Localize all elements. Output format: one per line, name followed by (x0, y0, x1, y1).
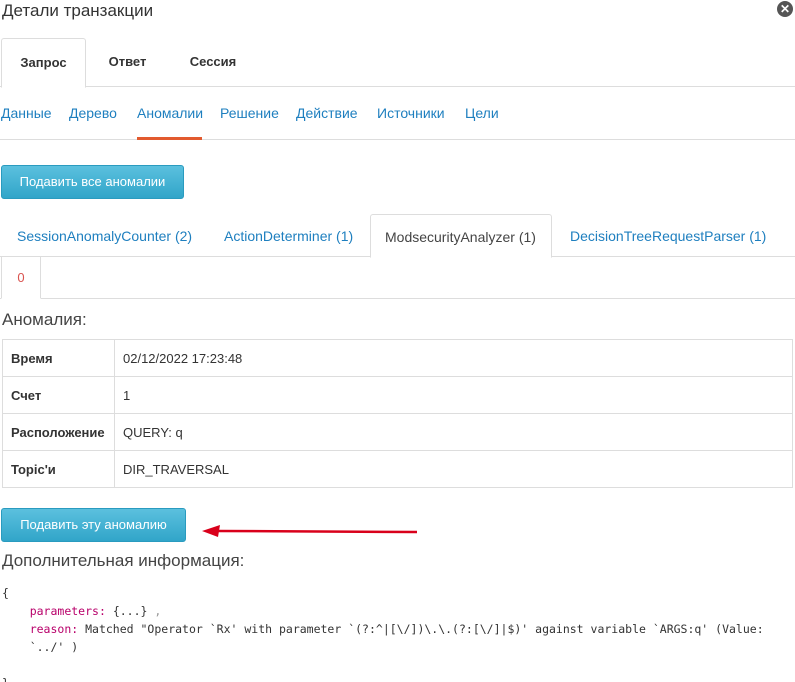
json-reason-value: Matched "Operator `Rx' with parameter `(… (85, 622, 764, 636)
sub-nav-tree[interactable]: Дерево (69, 105, 117, 121)
close-icon[interactable]: ✕ (777, 1, 793, 17)
sub-nav-data[interactable]: Данные (1, 105, 52, 121)
active-tab-underline (137, 137, 202, 140)
row-key: Время (2, 339, 115, 377)
table-row: Topic'и DIR_TRAVERSAL (2, 450, 793, 488)
table-row: Расположение QUERY: q (2, 413, 793, 451)
open-brace: { (2, 586, 9, 600)
anomaly-heading: Аномалия: (2, 310, 87, 329)
row-value: QUERY: q (114, 413, 793, 451)
json-comma: , (154, 604, 162, 618)
row-key: Счет (2, 376, 115, 414)
sub-nav-decision[interactable]: Решение (220, 105, 279, 121)
row-key: Topic'и (2, 450, 115, 488)
tab-action-determiner[interactable]: ActionDeterminer (1) (210, 214, 367, 257)
tab-response[interactable]: Ответ (94, 38, 161, 87)
row-key: Расположение (2, 413, 115, 451)
json-key-reason: reason: (29, 622, 79, 636)
json-key-parameters: parameters: (29, 604, 106, 618)
red-arrow-annotation (202, 525, 418, 537)
tab-decision-tree-request-parser[interactable]: DecisionTreeRequestParser (1) (556, 214, 780, 257)
row-value: 02/12/2022 17:23:48 (114, 339, 793, 377)
extra-info-json: { parameters: {...} , reason: Matched "O… (2, 584, 764, 682)
anomaly-index-tabs: 0 (0, 257, 795, 299)
anomaly-table: Время 02/12/2022 17:23:48 Счет 1 Располо… (2, 339, 793, 488)
sub-nav-sources[interactable]: Источники (377, 105, 445, 121)
sub-nav: Данные Дерево Аномалии Решение Действие … (0, 99, 795, 140)
top-tabs: Запрос Ответ Сессия (0, 38, 795, 88)
close-brace: } (2, 676, 9, 682)
tab-session-anomaly-counter[interactable]: SessionAnomalyCounter (2) (3, 214, 206, 257)
suppress-this-anomaly-button[interactable]: Подавить эту аномалию (1, 508, 186, 542)
sub-nav-action[interactable]: Действие (296, 105, 358, 121)
json-reason-value-cont: `../' ) (29, 640, 79, 654)
extra-info-heading: Дополнительная информация: (2, 551, 245, 570)
sub-nav-targets[interactable]: Цели (465, 105, 499, 121)
table-row: Время 02/12/2022 17:23:48 (2, 339, 793, 377)
tab-anomaly-0[interactable]: 0 (1, 257, 41, 299)
dialog-title: Детали транзакции (2, 1, 154, 20)
tab-modsecurity-analyzer[interactable]: ModsecurityAnalyzer (1) (370, 214, 552, 258)
tab-request[interactable]: Запрос (1, 38, 86, 88)
suppress-all-anomalies-button[interactable]: Подавить все аномалии (1, 165, 184, 199)
tab-session[interactable]: Сессия (174, 38, 252, 87)
row-value: 1 (114, 376, 793, 414)
sub-nav-anomalies[interactable]: Аномалии (137, 105, 203, 121)
row-value: DIR_TRAVERSAL (114, 450, 793, 488)
json-collapsed-value[interactable]: {...} (113, 604, 148, 618)
analyzer-tabs: SessionAnomalyCounter (2) ActionDetermin… (0, 214, 795, 258)
table-row: Счет 1 (2, 376, 793, 414)
